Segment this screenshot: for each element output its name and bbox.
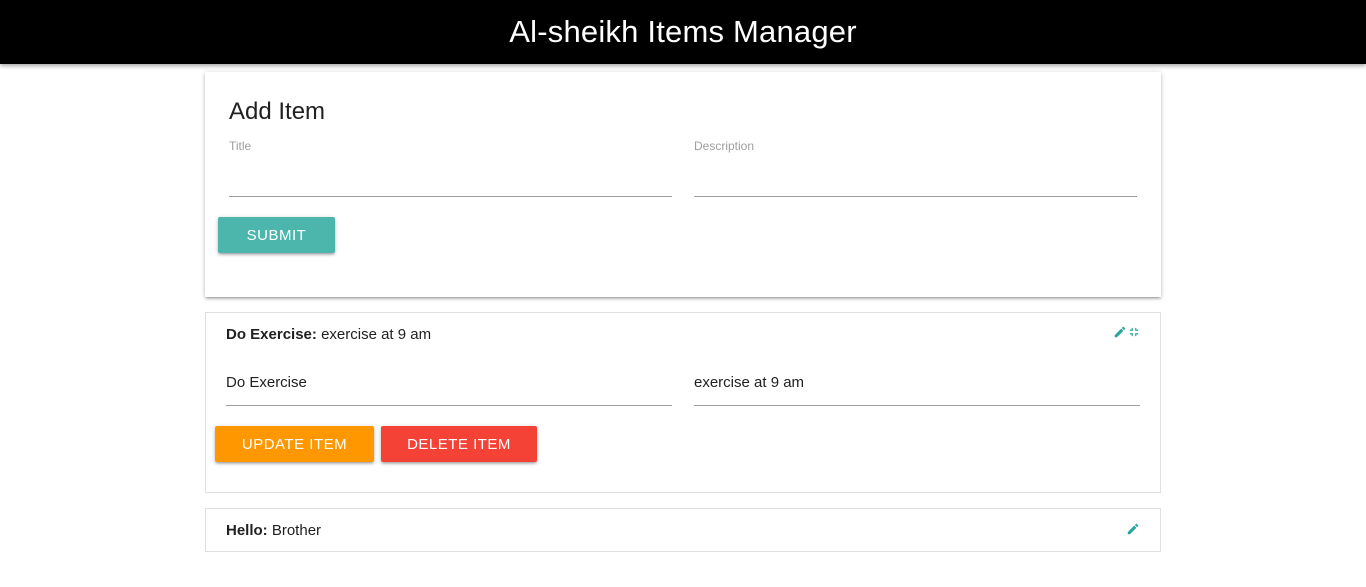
pencil-icon[interactable] bbox=[1113, 325, 1127, 344]
item-description: exercise at 9 am bbox=[321, 326, 432, 343]
item-header: Do Exercise: exercise at 9 am bbox=[226, 326, 431, 343]
item-title: Do Exercise: bbox=[226, 326, 317, 343]
item-description: Brother bbox=[271, 522, 322, 539]
update-item-button[interactable]: UPDATE ITEM bbox=[215, 426, 374, 462]
collapse-icon[interactable] bbox=[1127, 325, 1141, 344]
edit-title-value[interactable]: Do Exercise bbox=[226, 374, 307, 391]
pencil-icon[interactable] bbox=[1126, 522, 1140, 541]
title-label: Title bbox=[229, 139, 252, 153]
add-item-card: Add Item Title Description SUBMIT bbox=[205, 72, 1161, 297]
description-input[interactable] bbox=[694, 176, 1137, 197]
edit-description-underline bbox=[694, 405, 1140, 406]
item-title: Hello: bbox=[226, 522, 268, 539]
edit-description-value[interactable]: exercise at 9 am bbox=[694, 374, 804, 391]
item-header: Hello: Brother bbox=[226, 522, 321, 539]
item-card: Hello: Brother bbox=[205, 508, 1161, 552]
app-title[interactable]: Al-sheikh Items Manager bbox=[509, 14, 856, 50]
add-item-title: Add Item bbox=[229, 98, 326, 125]
submit-button[interactable]: SUBMIT bbox=[218, 217, 335, 253]
description-label: Description bbox=[694, 139, 755, 153]
delete-item-button[interactable]: DELETE ITEM bbox=[381, 426, 537, 462]
navbar: Al-sheikh Items Manager bbox=[0, 0, 1366, 64]
item-card: Do Exercise: exercise at 9 am Do Exercis… bbox=[205, 312, 1161, 493]
title-input[interactable] bbox=[229, 176, 672, 197]
edit-title-underline bbox=[226, 405, 672, 406]
